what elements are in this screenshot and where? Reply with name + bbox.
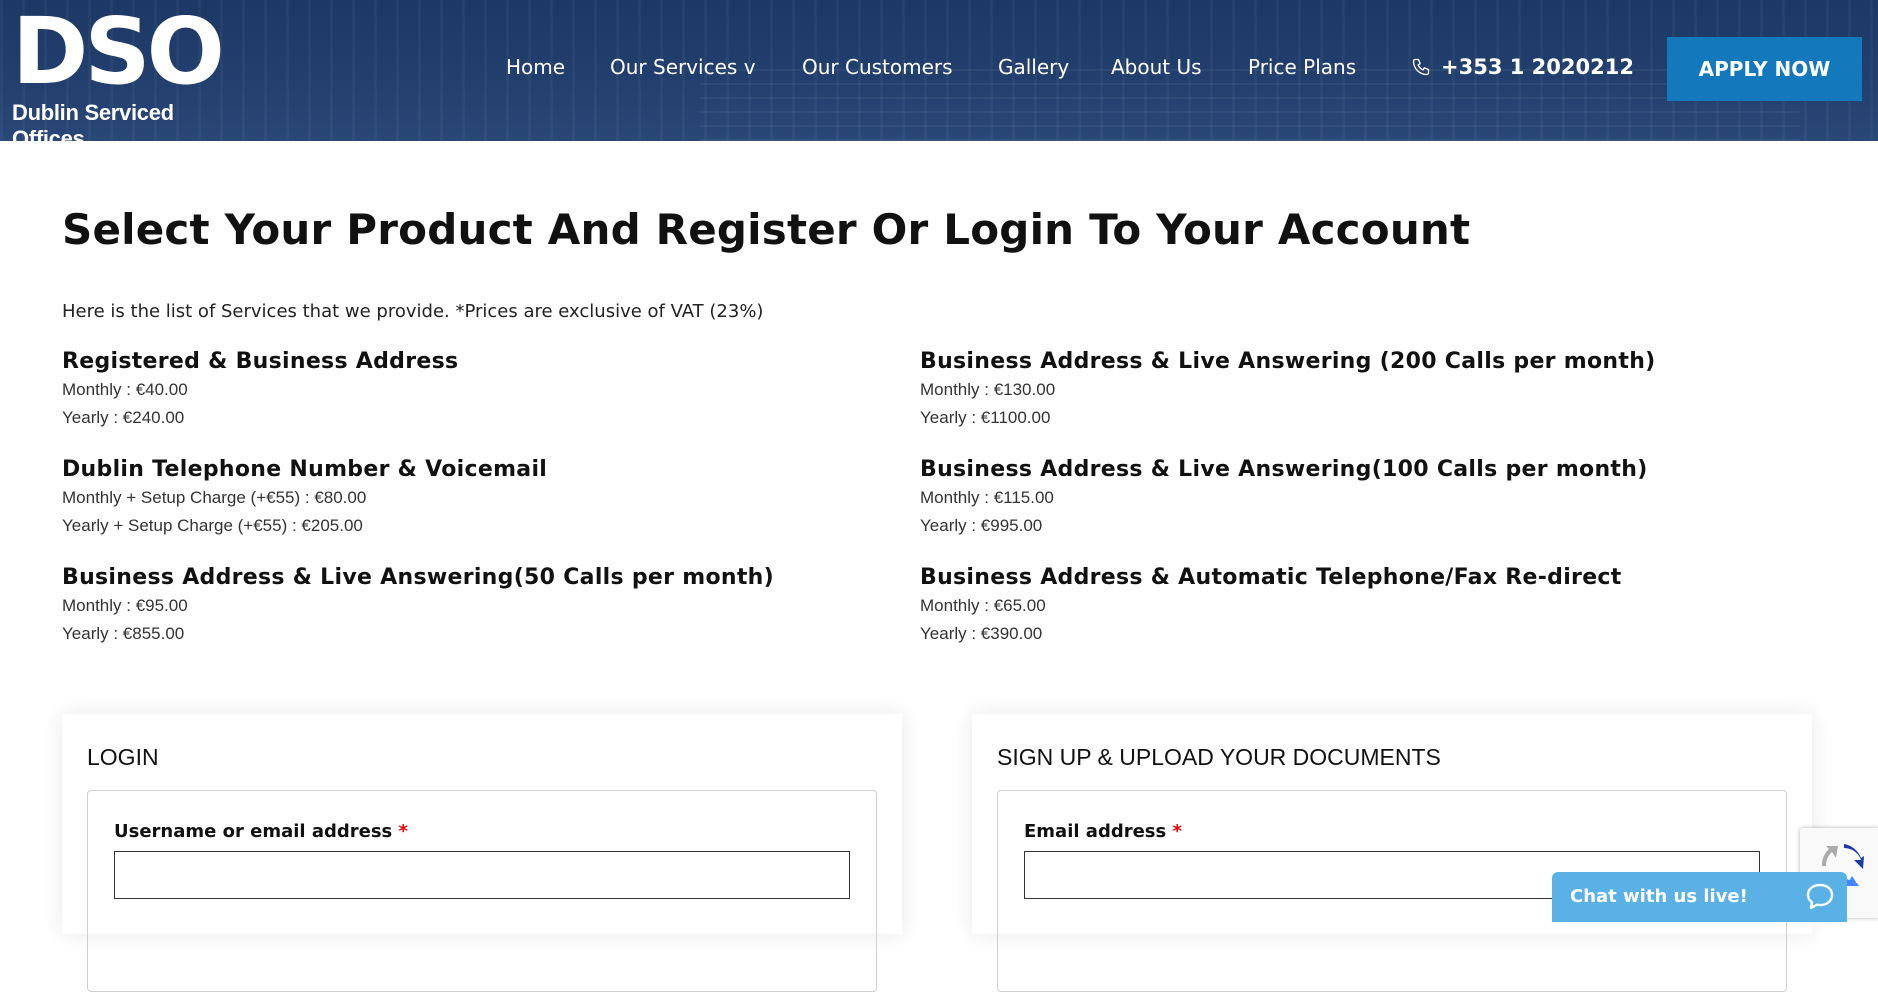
service-monthly-price: Monthly : €95.00 [62, 596, 188, 615]
service-yearly-price: Yearly + Setup Charge (+€55) : €205.00 [62, 516, 363, 535]
login-form: Username or email address * [87, 790, 877, 992]
service-monthly-price: Monthly : €115.00 [920, 488, 1054, 507]
service-name: Registered & Business Address [62, 349, 459, 374]
phone-number: +353 1 2020212 [1441, 55, 1634, 79]
service-item: Business Address & Live Answering (200 C… [920, 349, 1740, 428]
service-item: Business Address & Live Answering(100 Ca… [920, 457, 1740, 536]
service-yearly-price: Yearly : €855.00 [62, 624, 185, 643]
service-yearly-price: Yearly : €995.00 [920, 516, 1043, 535]
service-name: Business Address & Live Answering(100 Ca… [920, 457, 1648, 482]
service-item: Registered & Business Address Monthly : … [62, 349, 882, 428]
service-item: Business Address & Automatic Telephone/F… [920, 565, 1740, 644]
service-monthly-price: Monthly : €65.00 [920, 596, 1046, 615]
username-input[interactable] [114, 851, 850, 899]
login-title: LOGIN [87, 744, 159, 770]
logo-mark: DSO [12, 0, 225, 105]
nav-about-us[interactable]: About Us [1111, 55, 1202, 79]
service-name: Business Address & Automatic Telephone/F… [920, 565, 1622, 590]
service-monthly-price: Monthly : €130.00 [920, 380, 1056, 399]
nav-our-customers[interactable]: Our Customers [802, 55, 953, 79]
chat-label: Chat with us live! [1570, 886, 1748, 907]
username-label: Username or email address * [114, 821, 408, 842]
nav-our-services[interactable]: Our Services v [610, 55, 756, 79]
logo-text: Dublin Serviced Offices [12, 100, 174, 141]
site-header: DSO Dublin Serviced Offices Home Our Ser… [0, 0, 1878, 141]
service-name: Dublin Telephone Number & Voicemail [62, 457, 548, 482]
required-marker: * [398, 821, 408, 842]
nav-gallery[interactable]: Gallery [998, 55, 1069, 79]
services-intro: Here is the list of Services that we pro… [62, 301, 764, 322]
service-monthly-price: Monthly : €40.00 [62, 380, 188, 399]
service-yearly-price: Yearly : €390.00 [920, 624, 1043, 643]
phone-icon [1412, 58, 1430, 76]
live-chat-widget[interactable]: Chat with us live! [1552, 872, 1847, 922]
service-name: Business Address & Live Answering (200 C… [920, 349, 1656, 374]
service-item: Dublin Telephone Number & Voicemail Mont… [62, 457, 882, 536]
email-label: Email address * [1024, 821, 1182, 842]
nav-home[interactable]: Home [506, 55, 565, 79]
page-title: Select Your Product And Register Or Logi… [62, 205, 1471, 254]
service-name: Business Address & Live Answering(50 Cal… [62, 565, 774, 590]
service-yearly-price: Yearly : €1100.00 [920, 408, 1051, 427]
site-logo[interactable]: DSO Dublin Serviced Offices [12, 0, 225, 142]
phone-link[interactable]: +353 1 2020212 [1411, 55, 1634, 79]
signup-title: SIGN UP & UPLOAD YOUR DOCUMENTS [997, 744, 1441, 770]
apply-now-button[interactable]: APPLY NOW [1667, 37, 1862, 101]
service-yearly-price: Yearly : €240.00 [62, 408, 185, 427]
email-label-text: Email address [1024, 821, 1167, 842]
login-card: LOGIN Username or email address * [62, 714, 902, 992]
nav-price-plans[interactable]: Price Plans [1248, 55, 1356, 79]
service-monthly-price: Monthly + Setup Charge (+€55) : €80.00 [62, 488, 367, 507]
username-label-text: Username or email address [114, 821, 393, 842]
required-marker: * [1172, 821, 1182, 842]
service-item: Business Address & Live Answering(50 Cal… [62, 565, 882, 644]
chat-bubble-icon [1806, 883, 1834, 910]
